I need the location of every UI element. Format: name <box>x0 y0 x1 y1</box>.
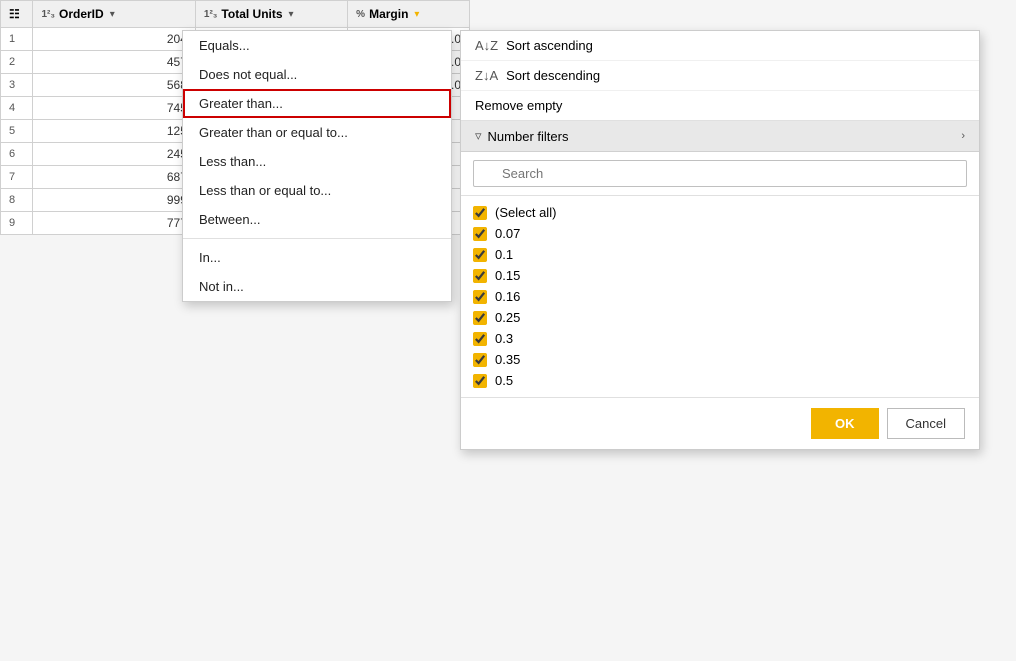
margin-filter-panel[interactable]: A↓Z Sort ascending Z↓A Sort descending R… <box>460 30 980 450</box>
remove-empty-row[interactable]: Remove empty <box>461 91 979 121</box>
order-id-cell: 687 <box>33 166 195 189</box>
search-box-wrap: 🔍 <box>461 152 979 196</box>
row-number: 4 <box>1 97 33 120</box>
filter-submenu[interactable]: Equals... Does not equal... Greater than… <box>182 30 452 302</box>
margin-header: % Margin ▾ <box>348 1 470 28</box>
order-id-cell: 457 <box>33 51 195 74</box>
sort-ascending-label: Sort ascending <box>506 38 593 53</box>
checkbox-label: 0.16 <box>495 289 520 304</box>
checkbox-0.5[interactable] <box>473 374 487 388</box>
row-number: 9 <box>1 212 33 235</box>
checkbox-0.3[interactable] <box>473 332 487 346</box>
total-units-type-icon: 1²₃ <box>204 9 218 20</box>
checkbox-item[interactable]: 0.15 <box>473 265 967 286</box>
row-number: 3 <box>1 74 33 97</box>
menu-divider <box>183 238 451 239</box>
checkbox-0.16[interactable] <box>473 290 487 304</box>
menu-item-equals[interactable]: Equals... <box>183 31 451 60</box>
checkbox-label: 0.1 <box>495 247 513 262</box>
margin-type-icon: % <box>356 9 365 20</box>
row-number: 7 <box>1 166 33 189</box>
menu-item-greater-than[interactable]: Greater than... <box>183 89 451 118</box>
checkbox-label: (Select all) <box>495 205 556 220</box>
panel-footer: OK Cancel <box>461 397 979 449</box>
menu-item-greater-equal[interactable]: Greater than or equal to... <box>183 118 451 147</box>
total-units-dropdown-button[interactable]: ▾ <box>287 9 296 20</box>
main-container: ☷ 1²₃ OrderID ▾ 1²₃ Total Units ▾ <box>0 0 1016 661</box>
checkbox-item[interactable]: 0.07 <box>473 223 967 244</box>
order-id-dropdown-button[interactable]: ▾ <box>108 9 117 20</box>
order-id-cell: 204 <box>33 28 195 51</box>
row-number: 8 <box>1 189 33 212</box>
menu-item-between[interactable]: Between... <box>183 205 451 234</box>
checkbox-0.1[interactable] <box>473 248 487 262</box>
remove-empty-label: Remove empty <box>475 98 562 113</box>
row-num-header: ☷ <box>1 1 33 28</box>
filter-icon: ▿ <box>475 128 482 144</box>
menu-item-less-equal[interactable]: Less than or equal to... <box>183 176 451 205</box>
row-number: 1 <box>1 28 33 51</box>
order-id-cell: 245 <box>33 143 195 166</box>
checkbox-label: 0.3 <box>495 331 513 346</box>
search-wrap: 🔍 <box>473 160 967 187</box>
checkbox-item[interactable]: 0.16 <box>473 286 967 307</box>
checkbox-0.07[interactable] <box>473 227 487 241</box>
checkbox-label: 0.5 <box>495 373 513 388</box>
number-filters-label: Number filters <box>488 129 569 144</box>
order-id-cell: 568 <box>33 74 195 97</box>
order-id-label: OrderID <box>59 7 104 21</box>
checkbox-item[interactable]: (Select all) <box>473 202 967 223</box>
chevron-right-icon: › <box>961 130 965 142</box>
checkbox-select-all[interactable] <box>473 206 487 220</box>
checkbox-0.25[interactable] <box>473 311 487 325</box>
row-number: 5 <box>1 120 33 143</box>
order-id-header: 1²₃ OrderID ▾ <box>33 1 195 28</box>
order-id-cell: 999 <box>33 189 195 212</box>
order-id-cell: 745 <box>33 97 195 120</box>
row-number: 6 <box>1 143 33 166</box>
margin-label: Margin <box>369 7 408 21</box>
checkbox-label: 0.15 <box>495 268 520 283</box>
menu-item-in[interactable]: In... <box>183 243 451 272</box>
checkbox-item[interactable]: 0.25 <box>473 307 967 328</box>
sort-descending-label: Sort descending <box>506 68 600 83</box>
table-icon: ☷ <box>9 7 20 21</box>
checkbox-0.15[interactable] <box>473 269 487 283</box>
ok-button[interactable]: OK <box>811 408 879 439</box>
checkbox-item[interactable]: 0.3 <box>473 328 967 349</box>
number-filters-row[interactable]: ▿ Number filters › <box>461 121 979 152</box>
sort-ascending-row[interactable]: A↓Z Sort ascending <box>461 31 979 61</box>
cancel-button[interactable]: Cancel <box>887 408 965 439</box>
order-id-cell: 125 <box>33 120 195 143</box>
checkbox-label: 0.07 <box>495 226 520 241</box>
sort-descending-icon: Z↓A <box>475 68 498 83</box>
total-units-header: 1²₃ Total Units ▾ <box>195 1 347 28</box>
sort-ascending-icon: A↓Z <box>475 38 498 53</box>
sort-descending-row[interactable]: Z↓A Sort descending <box>461 61 979 91</box>
order-id-type-icon: 1²₃ <box>41 9 55 20</box>
order-id-cell: 777 <box>33 212 195 235</box>
row-number: 2 <box>1 51 33 74</box>
total-units-label: Total Units <box>221 7 282 21</box>
menu-item-not-in[interactable]: Not in... <box>183 272 451 301</box>
checkbox-0.35[interactable] <box>473 353 487 367</box>
checkbox-item[interactable]: 0.1 <box>473 244 967 265</box>
search-input[interactable] <box>473 160 967 187</box>
checkbox-item[interactable]: 0.35 <box>473 349 967 370</box>
checkbox-label: 0.25 <box>495 310 520 325</box>
checkbox-label: 0.35 <box>495 352 520 367</box>
menu-item-less-than[interactable]: Less than... <box>183 147 451 176</box>
menu-item-not-equal[interactable]: Does not equal... <box>183 60 451 89</box>
checkbox-item[interactable]: 0.5 <box>473 370 967 391</box>
margin-dropdown-button[interactable]: ▾ <box>412 9 421 20</box>
checkbox-list: (Select all) 0.07 0.1 0.15 0.16 0.25 0.3… <box>461 196 979 397</box>
